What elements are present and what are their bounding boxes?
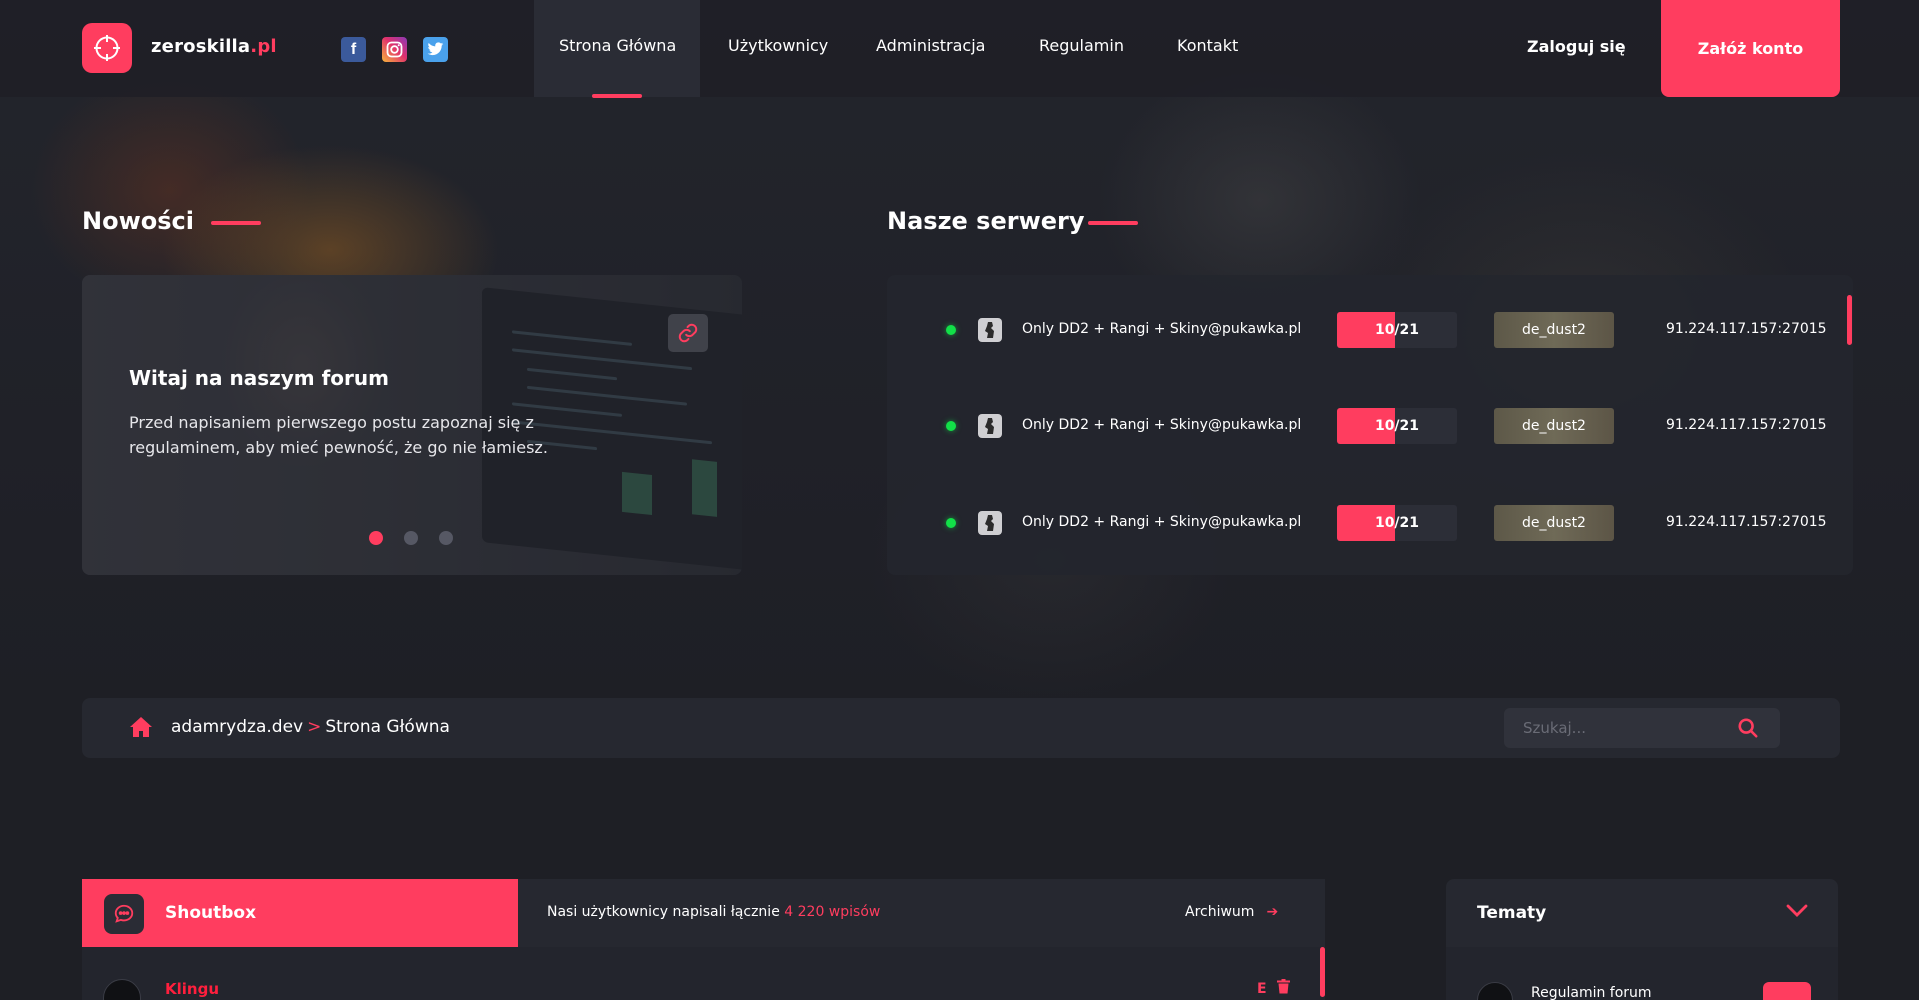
server-players-bar: 10/21 <box>1337 408 1457 444</box>
edit-button[interactable]: E <box>1257 981 1267 997</box>
facebook-icon[interactable]: f <box>341 37 366 62</box>
shoutbox-stats: Nasi użytkownicy napisali łącznie 4 220 … <box>547 904 881 920</box>
server-name: Only DD2 + Rangi + Skiny@pukawka.pl <box>1022 417 1302 433</box>
servers-panel: Only DD2 + Rangi + Skiny@pukawka.pl 10/2… <box>887 275 1853 575</box>
server-players-bar: 10/21 <box>1337 312 1457 348</box>
topic-badge[interactable] <box>1763 982 1811 1000</box>
logo-text[interactable]: zeroskilla.pl <box>151 36 277 57</box>
shoutbox-scrollbar[interactable] <box>1320 947 1325 997</box>
servers-title-underline <box>1088 221 1138 225</box>
nav-item-contact[interactable]: Kontakt <box>1177 36 1238 55</box>
nav-item-rules[interactable]: Regulamin <box>1039 36 1124 55</box>
slider-dot-2[interactable] <box>404 531 418 545</box>
twitter-icon[interactable] <box>423 37 448 62</box>
online-status-icon <box>946 518 956 528</box>
trash-icon[interactable] <box>1276 979 1290 998</box>
shout-actions: E <box>1257 979 1290 998</box>
topics-list: Regulamin forum <box>1446 947 1838 1000</box>
search-input[interactable] <box>1504 708 1734 748</box>
server-map: de_dust2 <box>1494 408 1614 444</box>
server-map: de_dust2 <box>1494 505 1614 541</box>
breadcrumb: adamrydza.dev > Strona Główna <box>82 698 1840 758</box>
link-icon[interactable] <box>668 314 708 352</box>
shoutbox-messages: Klingu E <box>82 947 1325 1000</box>
nav-active-indicator <box>592 94 642 98</box>
server-players-bar: 10/21 <box>1337 505 1457 541</box>
chevron-down-icon[interactable] <box>1786 903 1808 922</box>
server-players: 10/21 <box>1374 322 1420 338</box>
game-icon <box>978 414 1002 438</box>
server-row[interactable]: Only DD2 + Rangi + Skiny@pukawka.pl 10/2… <box>887 310 1853 350</box>
server-name: Only DD2 + Rangi + Skiny@pukawka.pl <box>1022 514 1302 530</box>
nav-item-administration[interactable]: Administracja <box>876 36 985 55</box>
breadcrumb-text: adamrydza.dev > Strona Główna <box>171 717 450 737</box>
search-icon[interactable] <box>1737 717 1759 743</box>
server-ip[interactable]: 91.224.117.157:27015 <box>1666 321 1827 337</box>
login-link[interactable]: Zaloguj się <box>1527 37 1626 56</box>
slider-dot-1[interactable] <box>369 531 383 545</box>
server-row[interactable]: Only DD2 + Rangi + Skiny@pukawka.pl 10/2… <box>887 406 1853 446</box>
breadcrumb-site[interactable]: adamrydza.dev <box>171 717 303 737</box>
shoutbox-title: Shoutbox <box>165 903 257 923</box>
news-card-title: Witaj na naszym forum <box>129 366 389 390</box>
shoutbox-header: Shoutbox <box>82 879 518 947</box>
header: zeroskilla.pl f Strona Główna Użytkownic… <box>0 0 1919 98</box>
breadcrumb-current: Strona Główna <box>325 717 450 737</box>
instagram-icon[interactable] <box>382 37 407 62</box>
online-status-icon <box>946 325 956 335</box>
nav-item-users[interactable]: Użytkownicy <box>728 36 828 55</box>
servers-scrollbar[interactable] <box>1847 295 1852 345</box>
topic-title[interactable]: Regulamin forum <box>1531 985 1652 1000</box>
server-row[interactable]: Only DD2 + Rangi + Skiny@pukawka.pl 10/2… <box>887 503 1853 543</box>
game-icon <box>978 511 1002 535</box>
news-card: Witaj na naszym forum Przed napisaniem p… <box>82 275 742 575</box>
news-title-underline <box>211 221 261 225</box>
server-name: Only DD2 + Rangi + Skiny@pukawka.pl <box>1022 321 1302 337</box>
servers-section-title: Nasze serwery <box>887 207 1085 235</box>
server-ip[interactable]: 91.224.117.157:27015 <box>1666 514 1827 530</box>
slider-dot-3[interactable] <box>439 531 453 545</box>
shoutbox-info-bar: Nasi użytkownicy napisali łącznie 4 220 … <box>518 879 1325 947</box>
news-section-title: Nowości <box>82 207 194 235</box>
online-status-icon <box>946 421 956 431</box>
app: zeroskilla.pl f Strona Główna Użytkownic… <box>0 0 1919 1000</box>
archive-link[interactable]: Archiwum ➔ <box>1185 904 1278 920</box>
avatar[interactable] <box>103 979 141 1000</box>
topics-title: Tematy <box>1477 903 1547 923</box>
server-ip[interactable]: 91.224.117.157:27015 <box>1666 417 1827 433</box>
nav-item-home[interactable]: Strona Główna <box>559 36 676 55</box>
server-map: de_dust2 <box>1494 312 1614 348</box>
home-icon[interactable] <box>129 716 153 742</box>
avatar <box>1477 982 1513 1000</box>
topics-header[interactable]: Tematy <box>1446 879 1838 947</box>
logo-icon[interactable] <box>82 23 132 73</box>
game-icon <box>978 318 1002 342</box>
chat-icon <box>104 894 144 934</box>
arrow-right-icon: ➔ <box>1266 904 1279 920</box>
register-button[interactable]: Załóż konto <box>1661 0 1840 97</box>
news-card-text: Przed napisaniem pierwszego postu zapozn… <box>129 413 548 457</box>
server-players: 10/21 <box>1374 418 1420 434</box>
server-players: 10/21 <box>1374 515 1420 531</box>
shout-username[interactable]: Klingu <box>165 980 219 998</box>
breadcrumb-separator: > <box>307 717 322 737</box>
search-box <box>1504 708 1780 748</box>
